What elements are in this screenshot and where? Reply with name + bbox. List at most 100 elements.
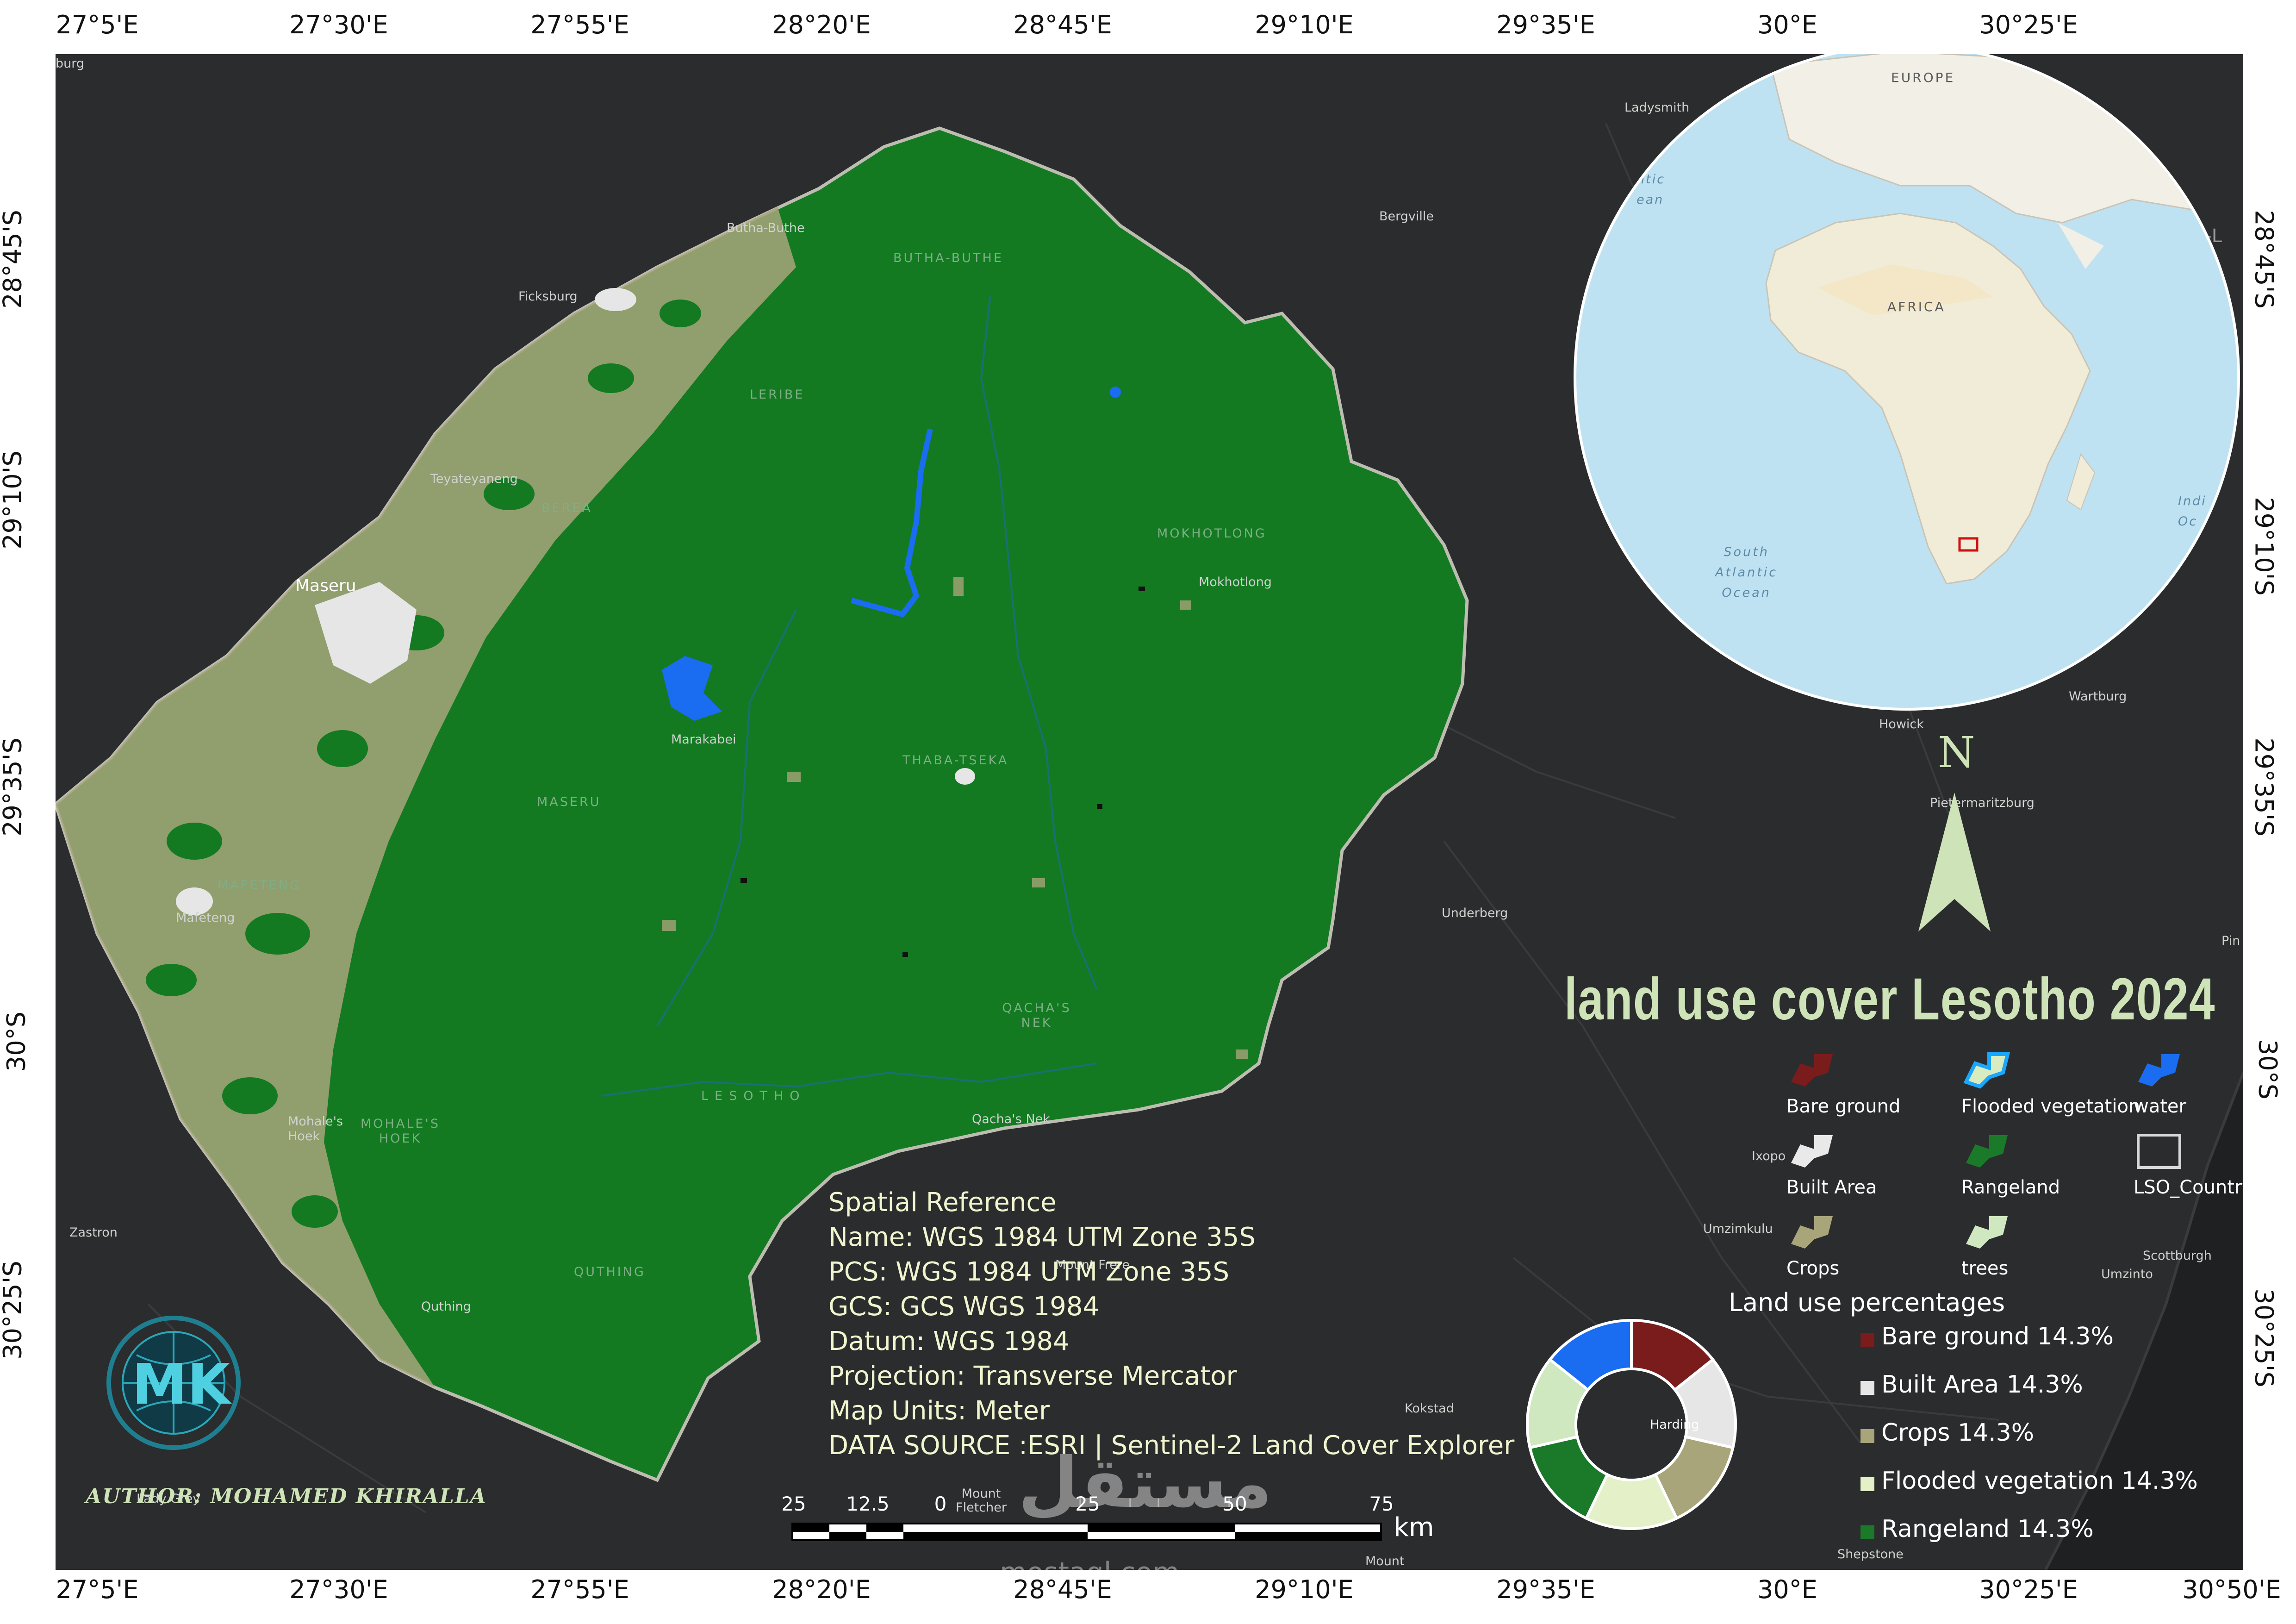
place-label: Shepstone: [1837, 1547, 1904, 1562]
scale-label: 75: [1369, 1493, 1394, 1515]
north-arrow: N: [1914, 728, 2006, 1006]
north-label: N: [1938, 728, 1975, 777]
pie-legend-swatch: [1860, 1333, 1874, 1347]
place-label: Umzimkulu: [1703, 1222, 1773, 1236]
inset-indian-label: Indi Oc: [2178, 491, 2207, 532]
place-label: Mokhotlong: [1199, 575, 1272, 589]
lat-label: 29°10'S: [0, 450, 27, 550]
lat-label: 29°35'S: [0, 737, 27, 837]
district-label: THABA-TSEKA: [902, 753, 1009, 768]
legend-label: Bare ground: [1786, 1096, 1901, 1117]
inset-atlantic-label: ntic ean: [1636, 169, 1665, 210]
place-label: Ficksburg: [518, 289, 578, 304]
place-label: Butha-Buthe: [727, 221, 805, 235]
inset-ocean-label: South Atlantic Ocean: [1715, 542, 1778, 603]
place-label: Quthing: [421, 1299, 471, 1314]
ocean-line: South: [1724, 545, 1769, 559]
legend-swatch-rangeland: [1966, 1135, 2008, 1168]
pie-center-label: Harding: [1650, 1418, 1699, 1432]
district-label: MOHALE'S HOEK: [361, 1117, 440, 1146]
legend-swatch-bare-ground: [1791, 1054, 1833, 1087]
lon-label: 27°55'E: [530, 10, 629, 39]
legend-label: Crops: [1786, 1258, 1840, 1279]
lon-label: 27°5'E: [56, 10, 139, 39]
scale-label: 0: [934, 1493, 947, 1515]
legend-swatch-water: [2138, 1054, 2180, 1087]
place-label: Scottburgh: [2143, 1249, 2212, 1263]
district-label: BUTHA-BUTHE: [893, 251, 1003, 265]
spatial-reference-line: Name: WGS 1984 UTM Zone 35S: [828, 1222, 1256, 1252]
place-label: Mohale's Hoek: [288, 1114, 343, 1143]
place-label: Bergville: [1379, 209, 1434, 224]
ocean-line: Indi: [2178, 494, 2207, 508]
legend-swatch-crops: [1791, 1216, 1833, 1249]
district-label: BEREA: [541, 501, 592, 515]
spatial-reference-line: Spatial Reference: [828, 1187, 1057, 1218]
spatial-reference-line: Datum: WGS 1984: [828, 1326, 1070, 1356]
legend-label: Flooded vegetation: [1961, 1096, 2140, 1117]
place-label: Mafeteng: [176, 911, 235, 925]
ocean-line: Ocean: [1722, 586, 1771, 600]
legend-label: LSO_Country: [2134, 1177, 2243, 1198]
lon-label: 27°5'E: [56, 1575, 139, 1604]
legend-label: water: [2134, 1096, 2186, 1117]
pie-legend-label: Flooded vegetation 14.3%: [1881, 1467, 2198, 1495]
lon-label: 28°45'E: [1013, 10, 1112, 39]
lon-label: 29°35'E: [1496, 10, 1595, 39]
scale-label: 12.5: [846, 1493, 890, 1515]
lat-label: 28°45'S: [2249, 210, 2279, 309]
lat-label: 30°S: [1, 1012, 31, 1072]
district-label: QACHA'S NEK: [1002, 1001, 1071, 1030]
lon-label: 29°10'E: [1255, 10, 1354, 39]
map-title: land use cover Lesotho 2024: [1564, 966, 2216, 1032]
author-logo: MK: [95, 1304, 252, 1462]
district-label: MOKHOTLONG: [1157, 526, 1267, 541]
lon-label: 28°20'E: [772, 10, 871, 39]
legend-swatch-lso-country: [2137, 1134, 2181, 1169]
watermark-url: mostaql.com: [1000, 1556, 1180, 1570]
lat-label: 29°35'S: [2249, 737, 2279, 837]
lon-label: 27°30'E: [289, 10, 388, 39]
pie-legend-label: Rangeland 14.3%: [1881, 1515, 2094, 1543]
place-label: Maseru: [295, 576, 356, 595]
scale-bar-graphic: [791, 1523, 1382, 1541]
pie-legend-swatch: [1860, 1477, 1874, 1491]
place-label: Mount Fletcher: [956, 1487, 1007, 1515]
scale-label: 25: [781, 1493, 806, 1515]
inset-label: AFRICA: [1887, 299, 1946, 314]
legend-swatch-trees: [1966, 1216, 2008, 1249]
lon-label: 28°45'E: [1013, 1575, 1112, 1604]
lon-label: 29°10'E: [1255, 1575, 1354, 1604]
legend-label: Built Area: [1786, 1177, 1877, 1198]
scale-unit: km: [1394, 1512, 1434, 1543]
lon-label: 30°E: [1757, 1575, 1817, 1604]
globe-land: [1765, 54, 2234, 585]
pie-legend-swatch: [1860, 1429, 1874, 1443]
author-credit: AUTHOR: MOHAMED KHIRALLA: [86, 1485, 487, 1508]
map-frame[interactable]: burg Ficksburg Teyateyaneng Maseru Mafet…: [56, 54, 2243, 1570]
ocean-line: ntic: [1636, 172, 1666, 187]
pie-title: Land use percentages: [1729, 1288, 2005, 1317]
pie-legend-label: Crops 14.3%: [1881, 1419, 2035, 1447]
lat-label: 30°25'S: [2249, 1288, 2279, 1387]
district-label: QUTHING: [574, 1265, 646, 1279]
lat-label: 29°10'S: [2249, 497, 2279, 596]
inset-globe[interactable]: EUROPE AFRICA South Atlantic Ocean ntic …: [1574, 54, 2240, 711]
place-label: Mount: [1365, 1554, 1405, 1568]
spatial-reference-line: PCS: WGS 1984 UTM Zone 35S: [828, 1257, 1230, 1287]
ocean-line: Atlantic: [1715, 565, 1778, 580]
pie-legend-swatch: [1860, 1381, 1874, 1395]
legend-swatch-flooded-vegetation: [1963, 1052, 2010, 1089]
district-label: MASERU: [537, 795, 601, 809]
lon-label: 27°55'E: [530, 1575, 629, 1604]
lat-label: 30°S: [2253, 1039, 2283, 1099]
lon-label: 28°20'E: [772, 1575, 871, 1604]
pie-legend-label: Bare ground 14.3%: [1881, 1323, 2114, 1350]
legend-swatch-built-area: [1791, 1135, 1833, 1168]
lon-label: 30°E: [1757, 10, 1817, 39]
lon-label: 30°25'E: [1979, 1575, 2078, 1604]
place-label: Kokstad: [1405, 1401, 1454, 1416]
lon-label: 30°50'E: [2182, 1575, 2281, 1604]
place-label: Qacha's Nek: [972, 1112, 1050, 1126]
district-label: LESOTHO: [701, 1089, 806, 1103]
